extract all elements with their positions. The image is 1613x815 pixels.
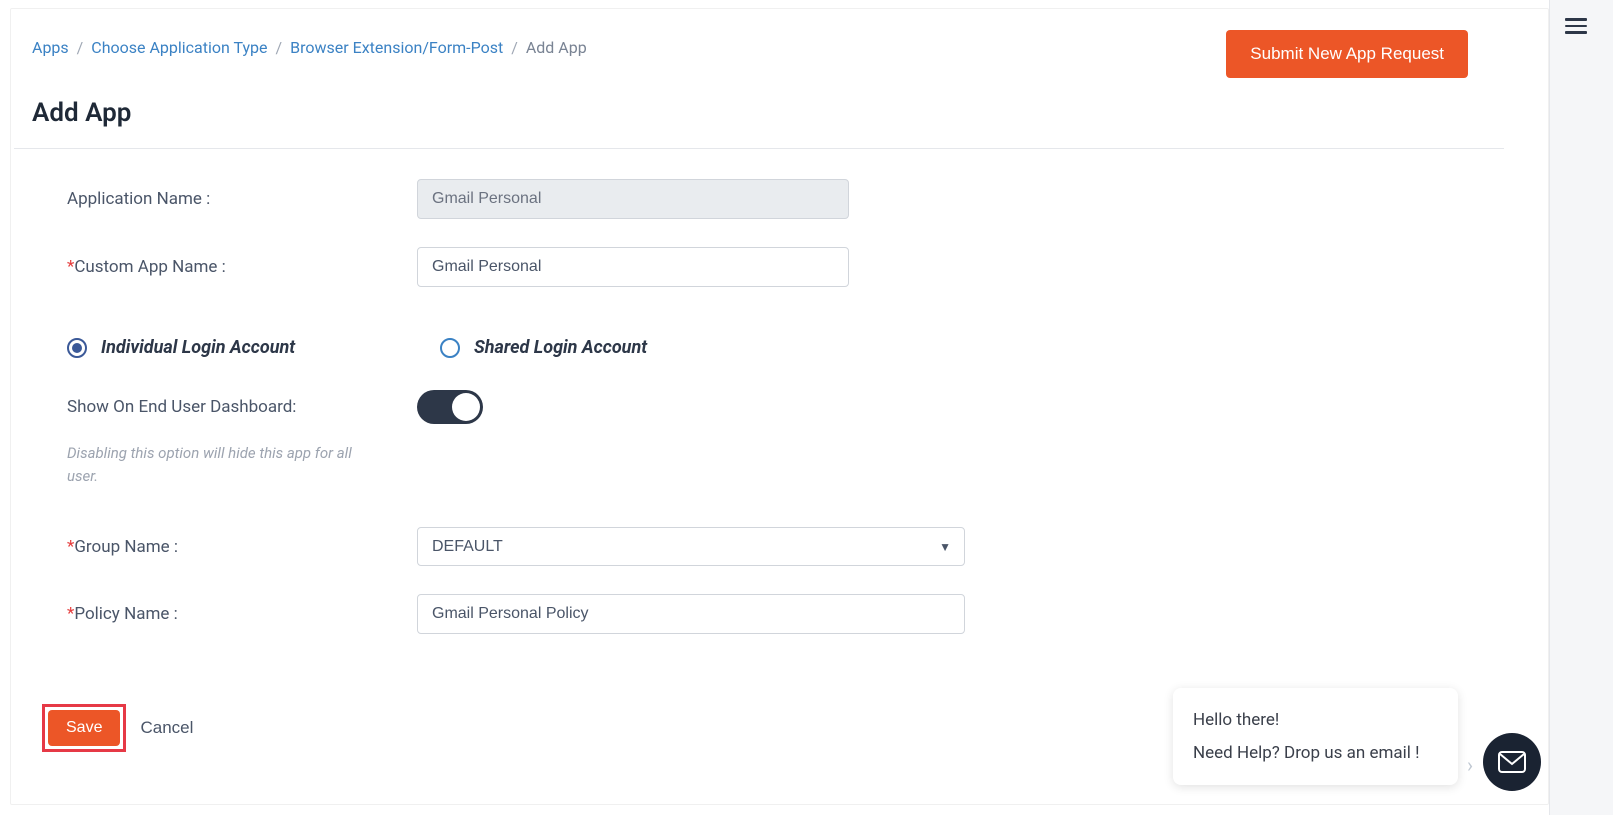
- hamburger-menu[interactable]: [1565, 14, 1587, 38]
- breadcrumb-browser-ext[interactable]: Browser Extension/Form-Post: [290, 38, 503, 57]
- save-highlight-box: Save: [42, 704, 126, 752]
- policy-name-input[interactable]: [417, 594, 965, 634]
- divider: [14, 148, 1504, 149]
- save-button[interactable]: Save: [48, 710, 120, 746]
- policy-name-label: *Policy Name :: [67, 604, 417, 624]
- group-name-select[interactable]: DEFAULT: [417, 527, 965, 566]
- submit-new-app-button[interactable]: Submit New App Request: [1226, 30, 1468, 78]
- group-name-label: *Group Name :: [67, 537, 417, 557]
- breadcrumb: Apps / Choose Application Type / Browser…: [32, 30, 587, 57]
- toggle-help-text: Disabling this option will hide this app…: [67, 442, 367, 487]
- chat-fab-button[interactable]: [1483, 733, 1541, 791]
- radio-circle-icon: [440, 338, 460, 358]
- chat-help-text: Need Help? Drop us an email !: [1193, 737, 1438, 769]
- application-name-input: [417, 179, 849, 219]
- toggle-knob: [452, 393, 480, 421]
- radio-individual-label: Individual Login Account: [101, 337, 295, 358]
- radio-shared-login[interactable]: Shared Login Account: [440, 337, 647, 358]
- breadcrumb-current: Add App: [526, 38, 587, 57]
- radio-circle-icon: [67, 338, 87, 358]
- breadcrumb-choose-type[interactable]: Choose Application Type: [91, 38, 267, 57]
- custom-app-name-label: *Custom App Name :: [67, 257, 417, 277]
- radio-shared-label: Shared Login Account: [474, 337, 647, 358]
- application-name-label: Application Name :: [67, 189, 417, 209]
- mail-icon: [1498, 751, 1526, 773]
- chat-help-bubble[interactable]: Hello there! Need Help? Drop us an email…: [1173, 688, 1458, 785]
- custom-app-name-input[interactable]: [417, 247, 849, 287]
- radio-individual-login[interactable]: Individual Login Account: [67, 337, 440, 358]
- chat-arrow-icon: ›: [1467, 753, 1473, 777]
- breadcrumb-apps[interactable]: Apps: [32, 38, 69, 57]
- chat-greeting: Hello there!: [1193, 704, 1438, 736]
- cancel-button[interactable]: Cancel: [140, 718, 193, 738]
- show-dashboard-toggle[interactable]: [417, 390, 483, 424]
- page-title: Add App: [32, 98, 1468, 128]
- show-dashboard-label: Show On End User Dashboard:: [67, 397, 417, 417]
